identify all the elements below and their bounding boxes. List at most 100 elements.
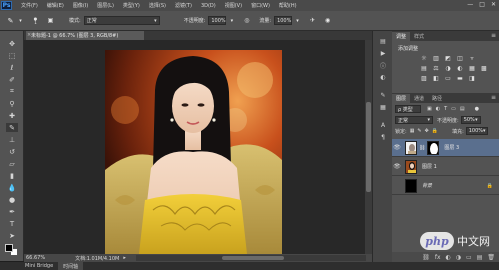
pressure-size-icon[interactable]: ◉ [323,16,332,25]
delete-layer-icon[interactable]: 🗑 [487,254,495,261]
vertical-scroll-thumb[interactable] [366,102,371,192]
menu-edit[interactable]: 编辑(E) [47,2,64,9]
chevron-down-icon[interactable]: ▾ [16,16,25,25]
dodge-tool-icon[interactable]: ● [6,195,18,204]
layer-row[interactable]: 背景 🔒 [392,177,499,195]
foreground-color-swatch[interactable] [5,244,13,252]
menu-filter[interactable]: 滤镜(T) [175,2,192,9]
flow-field[interactable]: 100% [274,16,293,25]
lock-move-icon[interactable]: ✥ [425,128,429,134]
tab-paths[interactable]: 路径 [428,94,446,103]
blend-mode-select[interactable]: 正常 ▾ [395,116,433,124]
menu-3d[interactable]: 3D(D) [201,3,216,9]
lock-pixels-icon[interactable]: ▦ [410,128,415,134]
eye-icon[interactable]: 👁 [392,163,402,170]
gradient-map-icon[interactable]: ▬ [456,75,464,82]
filter-adjust-icon[interactable]: ◐ [436,106,440,112]
close-icon[interactable]: × [27,32,31,38]
clone-stamp-tool-icon[interactable]: ⊥ [6,135,18,144]
black-white-icon[interactable]: ◑ [444,65,452,72]
quick-select-tool-icon[interactable]: ✐ [6,75,18,84]
add-mask-icon[interactable]: ◐ [446,254,451,261]
move-tool-icon[interactable]: ✥ [6,39,18,48]
tab-channels[interactable]: 通道 [410,94,428,103]
layer-row[interactable]: 👁 ⛓ 图层 3 [392,139,499,157]
mode-select[interactable]: 正常 ▾ [83,16,160,25]
tab-adjustments[interactable]: 调整 [392,32,411,41]
lock-all-icon[interactable]: 🔒 [432,128,438,134]
opacity-field[interactable]: 100% [208,16,227,25]
vibrance-icon[interactable]: ▿ [468,55,476,62]
new-layer-icon[interactable]: ▤ [477,254,483,261]
levels-icon[interactable]: ▥ [432,55,440,62]
airbrush-icon[interactable]: ✈ [308,16,317,25]
menu-help[interactable]: 帮助(H) [279,2,297,9]
type-tool-icon[interactable]: T [6,219,18,228]
blur-tool-icon[interactable]: 💧 [6,183,18,192]
fill-field[interactable]: 100% ▾ [465,127,488,135]
healing-tool-icon[interactable]: ✚ [6,111,18,120]
color-balance-icon[interactable]: ⚖ [432,65,440,72]
history-panel-icon[interactable]: ▤ [378,37,388,45]
vertical-scrollbar[interactable] [365,40,372,254]
posterize-icon[interactable]: ◧ [432,75,440,82]
menu-image[interactable]: 图像(I) [73,2,88,9]
photo-filter-icon[interactable]: ◐ [456,65,464,72]
chevron-down-icon[interactable]: ▾ [293,16,302,25]
layer-style-icon[interactable]: fx [435,254,441,261]
tab-layers[interactable]: 图层 [392,94,411,103]
channel-mixer-icon[interactable]: ▦ [468,65,476,72]
document-tab[interactable]: × 未标题-1 @ 66.7% (图层 3, RGB/8#) [26,31,144,40]
info-panel-icon[interactable]: ⓘ [378,61,388,70]
maximize-button[interactable]: □ [479,1,485,8]
selective-color-icon[interactable]: ◨ [468,75,476,82]
brightness-contrast-icon[interactable]: ☼ [420,55,428,62]
minimize-button[interactable]: — [467,1,473,8]
exposure-icon[interactable]: ◫ [456,55,464,62]
gradient-tool-icon[interactable]: ▮ [6,171,18,180]
layer-kind-filter[interactable]: ρ 类型 [395,105,421,113]
zoom-level[interactable]: 66.67% [26,255,45,261]
filter-pixel-icon[interactable]: ▣ [427,106,432,112]
chevron-down-icon[interactable]: ▾ [227,16,236,25]
color-lookup-icon[interactable]: ▩ [480,65,488,72]
adjustment-layer-icon[interactable]: ◑ [456,254,461,261]
layer-opacity-field[interactable]: 50% ▾ [460,116,481,124]
panel-menu-icon[interactable]: ≡ [491,32,496,39]
filter-smart-icon[interactable]: ▤ [460,106,465,112]
menu-view[interactable]: 视图(V) [225,2,242,9]
color-panel-icon[interactable]: ◐ [378,73,388,81]
tab-mini-bridge[interactable]: Mini Bridge [20,262,58,270]
eye-icon[interactable]: 👁 [392,144,402,151]
lasso-tool-icon[interactable]: ℓ [6,63,18,72]
filter-type-icon[interactable]: T [444,106,447,112]
crop-tool-icon[interactable]: ⌗ [6,87,18,96]
menu-type[interactable]: 类型(Y) [123,2,140,9]
layer-row[interactable]: 👁 图层 1 [392,158,499,176]
status-menu-arrow-icon[interactable]: ▸ [123,255,126,261]
brush-panel-icon[interactable]: ▣ [46,16,55,25]
hue-saturation-icon[interactable]: ▤ [420,65,428,72]
character-panel-icon[interactable]: A [378,121,388,129]
actions-panel-icon[interactable]: ▶ [378,49,388,57]
paragraph-panel-icon[interactable]: ¶ [378,133,388,141]
eraser-tool-icon[interactable]: ▱ [6,159,18,168]
menu-layer[interactable]: 图层(L) [97,2,114,9]
path-select-tool-icon[interactable]: ➤ [6,231,18,240]
curves-icon[interactable]: ◩ [444,55,452,62]
threshold-icon[interactable]: ▭ [444,75,452,82]
close-button[interactable]: ✕ [491,1,496,8]
brush-presets-panel-icon[interactable]: ✎ [378,91,388,99]
eyedropper-tool-icon[interactable]: ⚲ [6,99,18,108]
menu-window[interactable]: 窗口(W) [251,2,270,9]
marquee-tool-icon[interactable]: ⬚ [6,51,18,60]
menu-file[interactable]: 文件(F) [21,2,38,9]
invert-icon[interactable]: ▨ [420,75,428,82]
new-group-icon[interactable]: ▭ [466,254,472,261]
layer-mask-thumbnail[interactable] [427,140,440,155]
horizontal-scrollbar[interactable] [136,255,366,261]
canvas-area[interactable] [24,40,372,254]
panel-menu-icon[interactable]: ≡ [491,94,496,101]
brush-panel-icon[interactable]: ▦ [378,103,388,111]
menu-select[interactable]: 选择(S) [149,2,166,9]
